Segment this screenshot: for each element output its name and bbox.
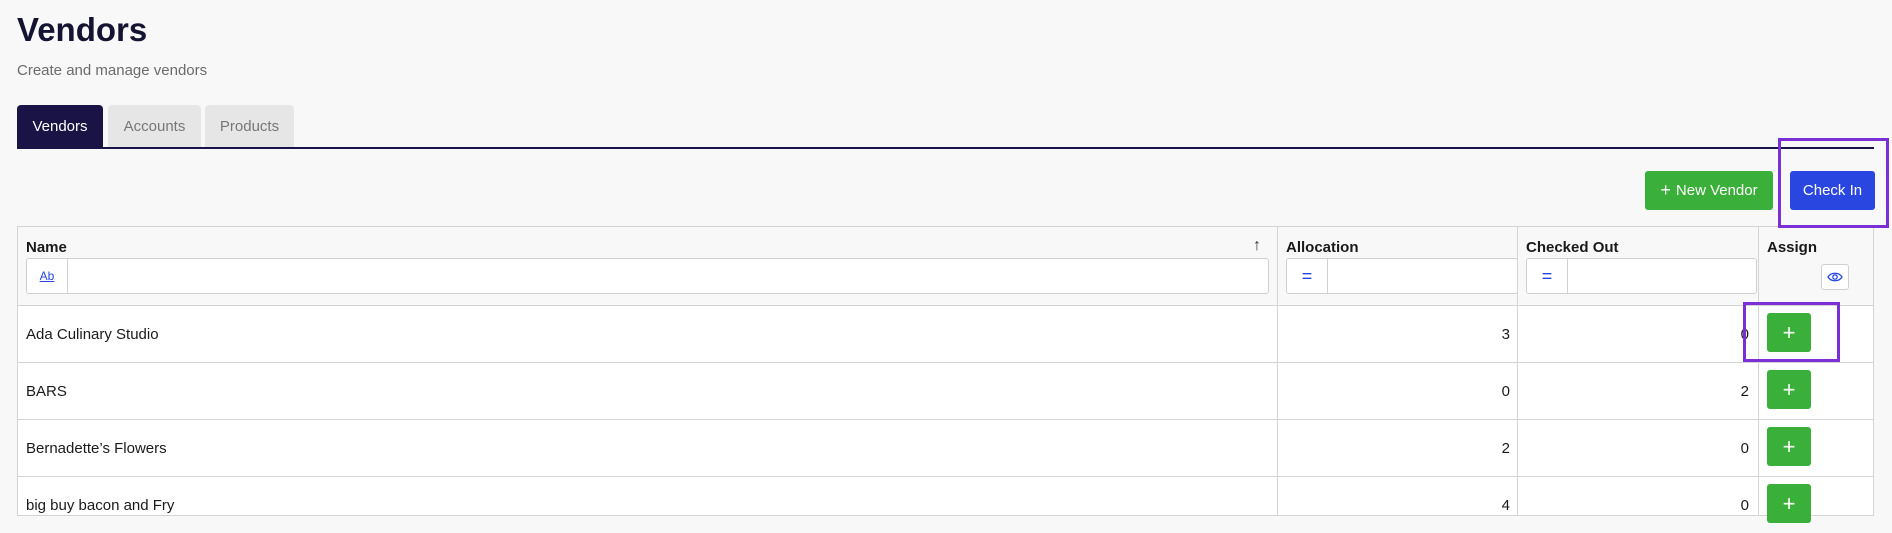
allocation-cell: 2 [1501,439,1510,457]
new-vendor-label: New Vendor [1675,182,1758,199]
table-row: BARS 0 2 + [18,363,1873,419]
assign-button[interactable]: + [1767,370,1811,409]
table-row: big buy bacon and Fry 4 0 + [18,477,1873,533]
name-filter-input[interactable] [68,259,1268,295]
checked-out-filter: = [1526,258,1757,295]
checked-out-cell: 2 [1740,382,1749,400]
sort-ascending-icon[interactable]: ↑ [1253,237,1261,255]
checked-out-cell: 0 [1740,439,1749,457]
allocation-cell: 3 [1501,325,1510,343]
assign-button[interactable]: + [1767,427,1811,466]
vendors-table: Name ↑ Allocation Checked Out Assign Ab … [17,226,1874,523]
column-header-allocation[interactable]: Allocation [1286,239,1359,256]
equals-filter-mode-button[interactable]: = [1527,259,1568,293]
new-vendor-button[interactable]: + New Vendor [1645,171,1773,210]
allocation-filter: = [1286,258,1518,295]
column-header-name[interactable]: Name [26,239,67,256]
allocation-cell: 4 [1501,496,1510,514]
allocation-filter-input[interactable] [1328,259,1517,295]
checked-out-cell: 0 [1740,496,1749,514]
table-header: Name ↑ Allocation Checked Out Assign Ab … [18,227,1873,305]
table-row: Bernadette’s Flowers 2 0 + [18,420,1873,476]
highlight-box [1778,138,1889,228]
tab-vendors[interactable]: Vendors [17,105,103,147]
column-header-checked-out[interactable]: Checked Out [1526,239,1619,256]
page-subtitle: Create and manage vendors [17,62,208,79]
tab-products[interactable]: Products [205,105,294,147]
highlight-box [1743,302,1840,362]
checked-out-filter-input[interactable] [1568,259,1756,295]
name-filter: Ab [26,258,1269,295]
vendor-name-cell: Bernadette’s Flowers [26,439,167,457]
eye-icon[interactable] [1821,264,1849,290]
tab-accounts[interactable]: Accounts [108,105,201,147]
table-row: Ada Culinary Studio 3 0 + [18,306,1873,362]
equals-filter-mode-button[interactable]: = [1287,259,1328,293]
vendor-name-cell: BARS [26,382,67,400]
text-filter-mode-button[interactable]: Ab [27,259,68,293]
allocation-cell: 0 [1501,382,1510,400]
plus-icon: + [1660,180,1671,200]
page-title: Vendors [17,11,148,48]
column-header-assign: Assign [1767,239,1818,256]
checked-out-cell: 0 [1740,325,1749,343]
tab-bar: Vendors Accounts Products [17,105,1874,149]
assign-button[interactable]: + [1767,484,1811,523]
vendor-name-cell: big buy bacon and Fry [26,496,175,514]
vendor-name-cell: Ada Culinary Studio [26,325,159,343]
